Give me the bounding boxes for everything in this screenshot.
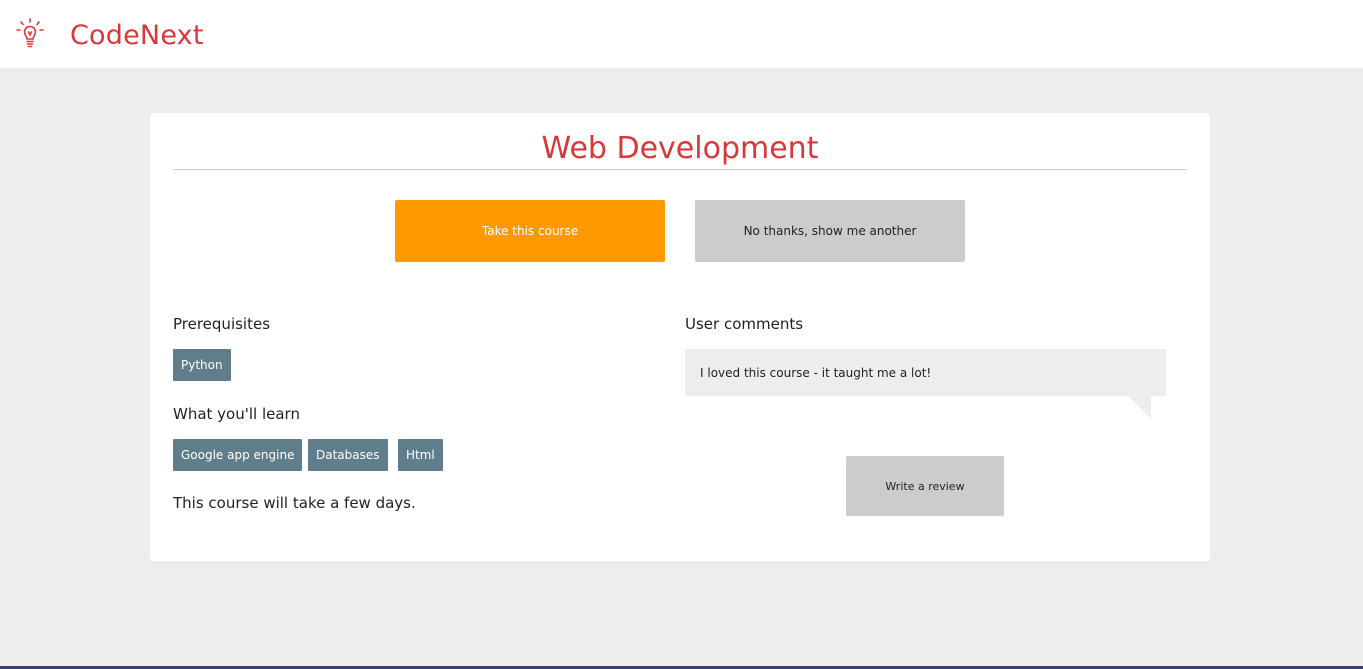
prerequisite-tag[interactable]: Python	[173, 349, 231, 381]
comments-heading: User comments	[685, 315, 804, 333]
show-another-button[interactable]: No thanks, show me another	[695, 200, 965, 262]
brand-name[interactable]: CodeNext	[70, 20, 204, 52]
comment-bubble: I loved this course - it taught me a lot…	[685, 349, 1166, 396]
take-course-button[interactable]: Take this course	[395, 200, 665, 262]
lightbulb-icon[interactable]	[15, 18, 45, 50]
top-bar: CodeNext	[0, 0, 1363, 68]
learn-tag[interactable]: Html	[398, 439, 443, 471]
write-review-button[interactable]: Write a review	[846, 456, 1004, 516]
course-title: Web Development	[541, 131, 819, 166]
course-duration: This course will take a few days.	[173, 494, 416, 512]
learn-tag[interactable]: Databases	[308, 439, 388, 471]
title-divider	[173, 169, 1187, 170]
learn-tag[interactable]: Google app engine	[173, 439, 303, 471]
learn-heading: What you'll learn	[173, 405, 300, 423]
course-card: Web Development Take this course No than…	[150, 113, 1210, 561]
prerequisites-heading: Prerequisites	[173, 315, 271, 333]
comment-bubble-tail	[1128, 396, 1151, 419]
